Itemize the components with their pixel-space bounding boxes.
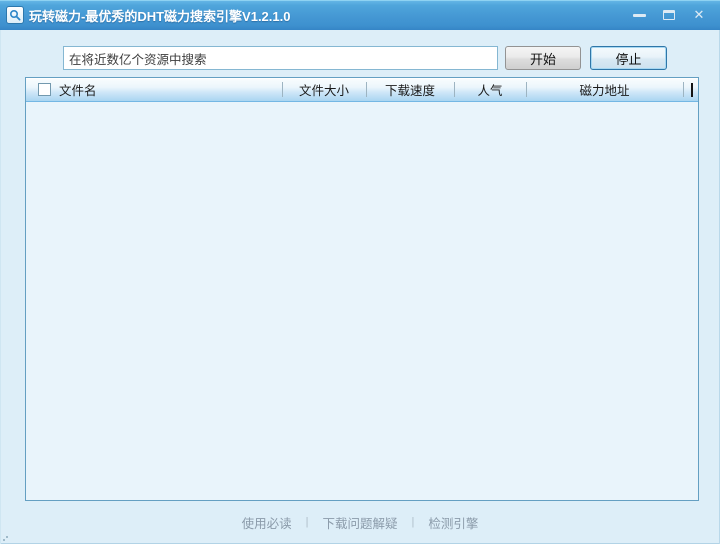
column-header-popularity[interactable]: 人气 <box>454 78 526 101</box>
select-all-checkbox[interactable] <box>38 83 51 96</box>
close-icon: ✕ <box>694 9 705 22</box>
app-icon <box>6 6 24 24</box>
minimize-icon <box>633 14 646 17</box>
footer-link-engine-check[interactable]: 检测引擎 <box>428 513 478 532</box>
column-header-download-speed[interactable]: 下载速度 <box>366 78 454 101</box>
stop-button[interactable]: 停止 <box>590 46 667 70</box>
column-label-download-speed: 下载速度 <box>385 80 435 99</box>
column-header-filesize[interactable]: 文件大小 <box>282 78 366 101</box>
column-label-popularity: 人气 <box>477 80 502 99</box>
titlebar[interactable]: 玩转磁力-最优秀的DHT磁力搜索引擎V1.2.1.0 ✕ <box>0 0 720 30</box>
footer-link-download-help[interactable]: 下载问题解疑 <box>322 513 397 532</box>
window-controls: ✕ <box>624 0 714 30</box>
column-header-filename[interactable]: 文件名 <box>26 78 282 101</box>
resize-grip[interactable] <box>2 535 9 542</box>
app-window: 玩转磁力-最优秀的DHT磁力搜索引擎V1.2.1.0 ✕ 开始 停止 文件名 文… <box>0 0 720 544</box>
results-table: 文件名 文件大小 下载速度 人气 磁力地址 <box>25 77 699 501</box>
magnifier-icon <box>9 9 21 21</box>
footer-link-usage-guide[interactable]: 使用必读 <box>242 513 292 532</box>
table-header: 文件名 文件大小 下载速度 人气 磁力地址 <box>26 78 698 102</box>
table-body <box>26 102 698 500</box>
column-label-filename: 文件名 <box>59 80 97 99</box>
footer-separator: | <box>306 516 309 528</box>
close-button[interactable]: ✕ <box>684 3 714 27</box>
maximize-button[interactable] <box>654 3 684 27</box>
footer-links: 使用必读 | 下载问题解疑 | 检测引擎 <box>0 511 720 533</box>
window-title: 玩转磁力-最优秀的DHT磁力搜索引擎V1.2.1.0 <box>29 6 290 25</box>
footer-separator: | <box>412 516 415 528</box>
start-button[interactable]: 开始 <box>505 46 581 70</box>
column-header-spacer <box>683 78 698 101</box>
column-label-filesize: 文件大小 <box>299 80 349 99</box>
column-header-magnet-link[interactable]: 磁力地址 <box>526 78 683 101</box>
maximize-icon <box>663 10 675 20</box>
minimize-button[interactable] <box>624 3 654 27</box>
column-label-magnet-link: 磁力地址 <box>579 80 629 99</box>
column-resize-caret <box>691 83 693 97</box>
search-input[interactable] <box>63 46 498 70</box>
